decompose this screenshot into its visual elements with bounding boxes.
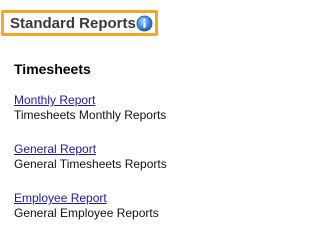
report-item-monthly: Monthly Report Timesheets Monthly Report… xyxy=(14,93,200,122)
report-item-employee: Employee Report General Employee Reports xyxy=(14,191,200,220)
monthly-report-link[interactable]: Monthly Report xyxy=(14,93,200,107)
general-report-link[interactable]: General Report xyxy=(14,142,200,156)
standard-reports-header: Standard Reports xyxy=(1,10,158,36)
general-report-description: General Timesheets Reports xyxy=(14,157,167,171)
monthly-report-description: Timesheets Monthly Reports xyxy=(14,108,167,122)
employee-report-description: General Employee Reports xyxy=(14,206,159,220)
section-title-timesheets: Timesheets xyxy=(14,61,91,77)
employee-report-link[interactable]: Employee Report xyxy=(14,191,200,205)
page-title: Standard Reports xyxy=(10,15,136,32)
report-item-general: General Report General Timesheets Report… xyxy=(14,142,200,171)
info-icon[interactable] xyxy=(136,15,153,32)
